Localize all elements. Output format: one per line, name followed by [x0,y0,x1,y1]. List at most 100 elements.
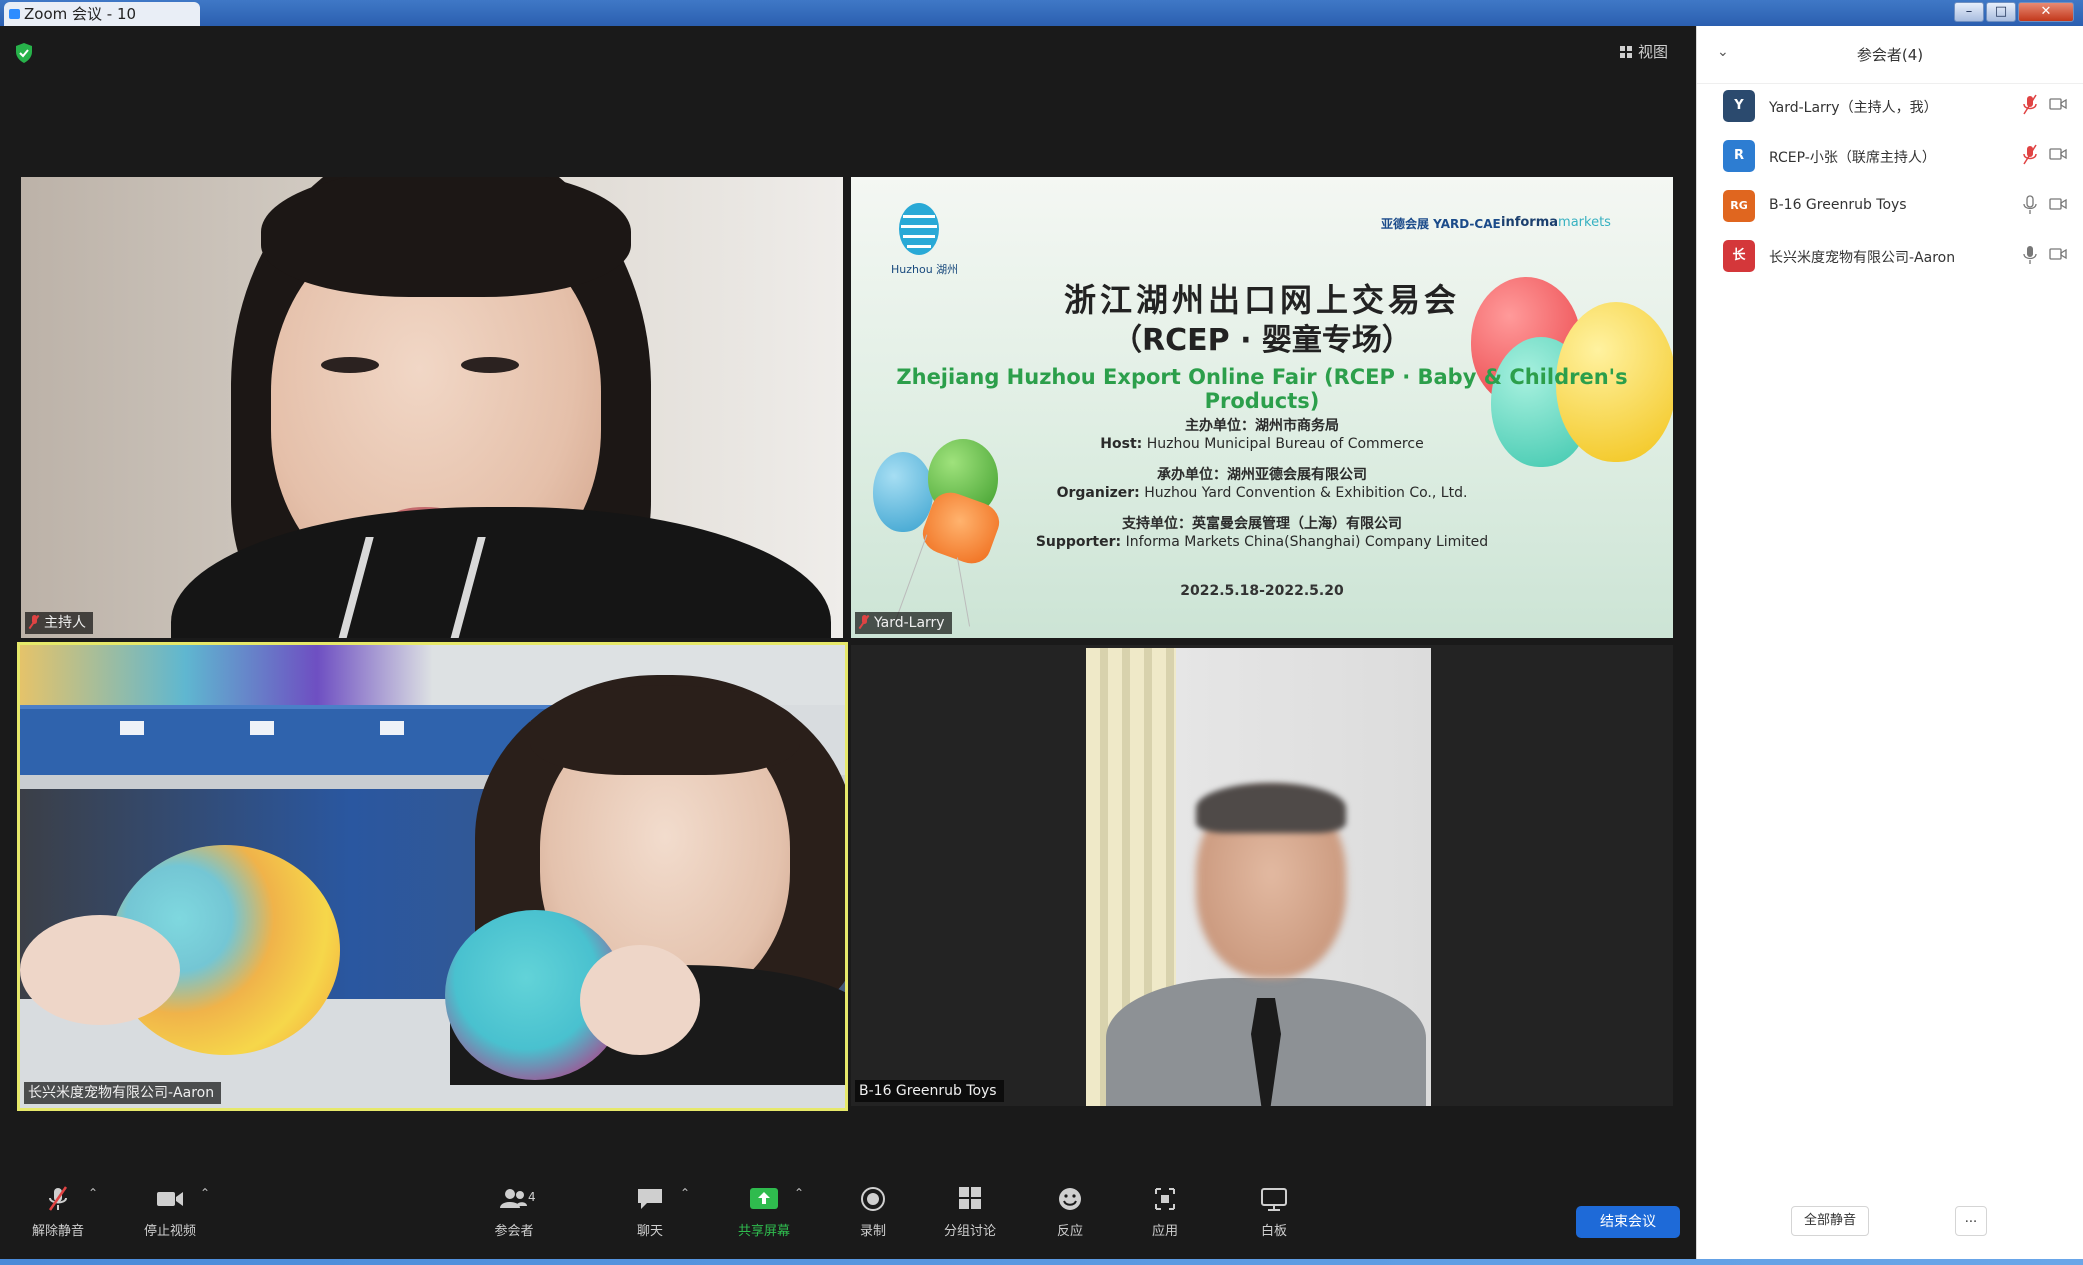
slide-title-en: Zhejiang Huzhou Export Online Fair (RCEP… [896,365,1628,413]
slide-date: 2022.5.18-2022.5.20 [1180,583,1344,599]
stop-video-label: 停止视频 [143,1224,196,1239]
chat-bubble-icon [638,1189,662,1209]
apps-label: 应用 [1151,1224,1178,1239]
apps-icon [1155,1188,1175,1210]
tile-name: B-16 Greenrub Toys [859,1083,997,1099]
breakout-rooms-icon [959,1187,981,1209]
chevron-up-icon[interactable]: ⌃ [88,1186,98,1200]
video-tile-host[interactable]: 主持人 [21,177,843,638]
participant-hand [580,945,700,1055]
view-label: 视图 [1638,43,1669,61]
panel-header: ⌄ 参会者(4) [1697,26,2083,84]
video-camera-icon[interactable] [2049,147,2067,161]
participant-row[interactable]: RG B-16 Greenrub Toys [1723,188,2067,226]
reactions-button[interactable]: 反应 [1020,1186,1120,1239]
meeting-area: 视图 主持人 Huzhou 湖州 亚德会展 YARD-CAE informama… [0,26,1696,1259]
maximize-button[interactable]: □ [1986,2,2016,22]
mic-muted-icon [859,615,869,629]
host-cn: 主办单位：湖州市商务局 [1185,418,1339,434]
mic-active-icon[interactable] [2023,244,2037,266]
participant-bangs [530,685,800,775]
participant-row[interactable]: R RCEP-小张（联席主持人） [1723,138,2067,176]
share-screen-button[interactable]: ⌃ 共享屏幕 [714,1186,814,1239]
video-camera-icon [157,1192,183,1206]
participant-hair [1196,783,1346,833]
avatar: 长 [1723,240,1755,272]
unmute-button[interactable]: ⌃ 解除静音 [8,1186,108,1239]
view-button[interactable]: 视图 [1620,41,1668,62]
mic-muted-icon[interactable] [2023,144,2037,166]
chevron-up-icon[interactable]: ⌃ [200,1186,210,1200]
participants-icon [500,1189,527,1208]
window-title: Zoom 会议 - 10 [24,5,137,23]
sup-en: Supporter: Informa Markets China(Shangha… [1035,534,1489,550]
participants-label: 参会者 [494,1224,534,1239]
whiteboard-icon [1261,1188,1287,1211]
participant-eye [321,357,379,373]
participant-name: Yard-Larry（主持人，我） [1769,100,1938,116]
informa-logo-b: markets [1558,215,1611,230]
informa-logo: informamarkets [1501,215,1611,230]
chevron-up-icon[interactable]: ⌃ [794,1186,804,1200]
security-shield-icon[interactable] [14,42,34,64]
name-tag: B-16 Greenrub Toys [855,1080,1004,1102]
participant-eye [461,357,519,373]
mute-all-button[interactable]: 全部静音 [1791,1206,1869,1236]
chat-button[interactable]: ⌃ 聊天 [600,1186,700,1239]
panel-title: 参会者(4) [1856,46,1924,64]
reaction-smiley-icon [1059,1188,1081,1210]
mic-muted-icon [48,1186,68,1211]
minimize-button[interactable]: – [1954,2,1984,22]
mic-icon[interactable] [2023,194,2037,216]
stop-video-button[interactable]: ⌃ 停止视频 [120,1186,220,1239]
slide-organizer: 承办单位：湖州亚德会展有限公司 Organizer: Huzhou Yard C… [851,466,1673,502]
video-tile-shared-slide[interactable]: Huzhou 湖州 亚德会展 YARD-CAE informamarkets 浙… [851,177,1673,638]
participant-name: RCEP-小张（联席主持人） [1769,150,1936,166]
window-tab[interactable]: Zoom 会议 - 10 [4,2,200,26]
video-tile-greenrub[interactable]: B-16 Greenrub Toys [851,645,1673,1106]
name-tag: 主持人 [25,612,93,634]
tile-name: 主持人 [44,615,86,631]
tile-name: Yard-Larry [874,615,945,631]
more-options-button[interactable]: ... [1955,1206,1987,1236]
chevron-up-icon[interactable]: ⌃ [680,1186,690,1200]
window-titlebar: Zoom 会议 - 10 – □ ✕ [0,0,2083,26]
record-label: 录制 [859,1224,886,1239]
panel-footer: 全部静音 ... [1697,1206,2083,1246]
participant-bangs [261,177,631,297]
participants-button[interactable]: 4 参会者 [464,1186,564,1239]
informa-logo-a: informa [1501,215,1559,230]
avatar: R [1723,140,1755,172]
avatar: RG [1723,190,1755,222]
participant-name: 长兴米度宠物有限公司-Aaron [1769,250,1956,266]
breakout-rooms-button[interactable]: 分组讨论 [920,1186,1020,1239]
mic-muted-icon[interactable] [2023,94,2037,116]
whiteboard-button[interactable]: 白板 [1224,1186,1324,1239]
participant-row[interactable]: 长 长兴米度宠物有限公司-Aaron [1723,238,2067,276]
whiteboard-label: 白板 [1260,1224,1287,1239]
participant-row[interactable]: Y Yard-Larry（主持人，我） [1723,88,2067,126]
end-meeting-button[interactable]: 结束会议 [1576,1206,1680,1238]
meeting-toolbar: ⌃ 解除静音 ⌃ 停止视频 4 参会者 ⌃ 聊天 ⌃ 共享屏幕 录制 分组讨论 … [0,1168,1696,1259]
grid-view-icon [1620,46,1632,58]
video-camera-icon[interactable] [2049,197,2067,211]
reactions-label: 反应 [1056,1224,1083,1239]
record-button[interactable]: 录制 [823,1186,923,1239]
host-en: Host: Huzhou Municipal Bureau of Commerc… [1100,436,1424,452]
video-camera-icon[interactable] [2049,247,2067,261]
mic-muted-icon [29,615,39,629]
tile-name: 长兴米度宠物有限公司-Aaron [28,1085,215,1101]
video-tile-aaron[interactable]: 长兴米度宠物有限公司-Aaron [17,642,848,1111]
slide-supporter: 支持单位：英富曼会展管理（上海）有限公司 Supporter: Informa … [851,515,1673,551]
bin-label [250,721,274,735]
apps-button[interactable]: 应用 [1115,1186,1215,1239]
share-screen-icon [750,1188,778,1209]
org-cn: 承办单位：湖州亚德会展有限公司 [1157,467,1367,483]
record-icon [861,1187,885,1211]
close-button[interactable]: ✕ [2018,2,2074,22]
video-camera-icon[interactable] [2049,97,2067,111]
participants-panel: ⌄ 参会者(4) Y Yard-Larry（主持人，我） R RCEP-小张（联… [1696,26,2083,1259]
name-tag: 长兴米度宠物有限公司-Aaron [24,1082,222,1104]
participant-count: 4 [528,1190,536,1204]
bin-label [380,721,404,735]
